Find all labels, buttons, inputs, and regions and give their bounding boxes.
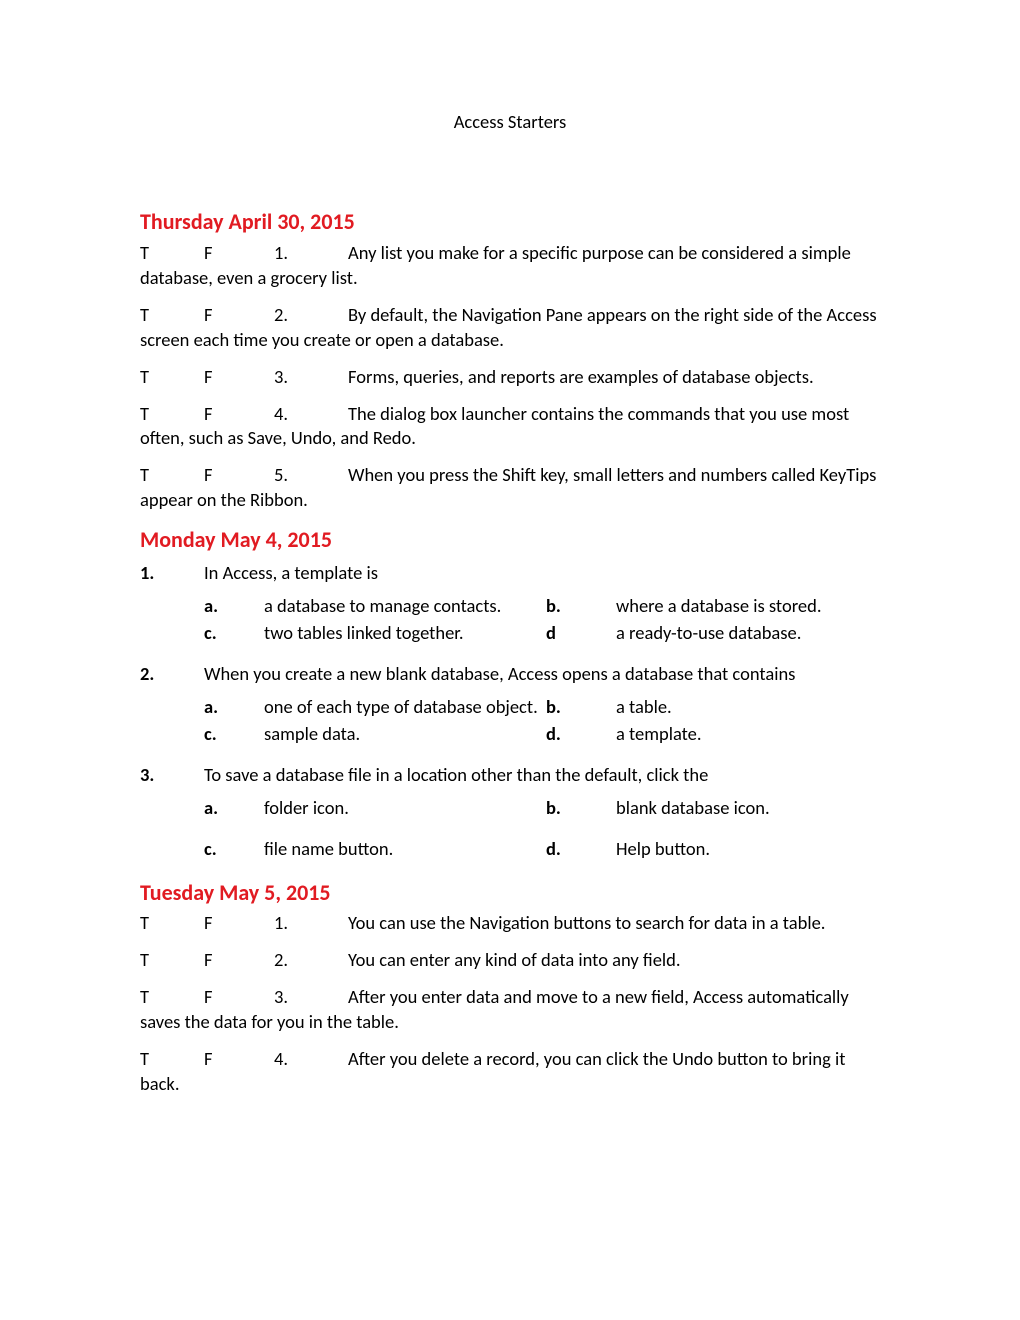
- tf-number: 4.: [274, 1047, 348, 1072]
- mc-option-row: c.two tables linked together.da ready-to…: [204, 621, 880, 646]
- mc-question-row: 1.In Access, a template is: [140, 561, 880, 586]
- tf-row: TF3.Forms, queries, and reports are exam…: [140, 365, 880, 390]
- mc-question-row: 3.To save a database file in a location …: [140, 763, 880, 788]
- mc-question-text: To save a database file in a location ot…: [204, 763, 708, 788]
- tf-number: 4.: [274, 402, 348, 427]
- mc-option-letter: b.: [546, 796, 616, 821]
- mc-option-letter: d.: [546, 722, 616, 747]
- tf-false: F: [204, 948, 274, 973]
- mc-option-row: a.a database to manage contacts.b.where …: [204, 594, 880, 619]
- mc-option-text: sample data.: [264, 722, 546, 747]
- tf-number: 2.: [274, 948, 348, 973]
- mc-option-letter: c.: [204, 722, 264, 747]
- mc-option-text: a ready-to-use database.: [616, 621, 801, 646]
- tf-row: TF1.You can use the Navigation buttons t…: [140, 911, 880, 936]
- mc-option-letter: b.: [546, 594, 616, 619]
- tf-false: F: [204, 1047, 274, 1072]
- tf-true: T: [140, 948, 204, 973]
- mc-option-letter: b.: [546, 695, 616, 720]
- mc-number: 3.: [140, 763, 204, 788]
- tf-question: TF4.The dialog box launcher contains the…: [140, 402, 880, 452]
- mc-question-text: When you create a new blank database, Ac…: [204, 662, 795, 687]
- tf-false: F: [204, 463, 274, 488]
- date-heading: Thursday April 30, 2015: [140, 207, 880, 237]
- mc-question: 1.In Access, a template is a.a database t…: [140, 561, 880, 646]
- mc-option-text: folder icon.: [264, 796, 546, 821]
- tf-text: You can enter any kind of data into any …: [348, 948, 681, 971]
- mc-number: 1.: [140, 561, 204, 586]
- mc-question-text: In Access, a template is: [204, 561, 378, 586]
- mc-option-letter: c.: [204, 837, 264, 862]
- tf-false: F: [204, 241, 274, 266]
- tf-row: TF1.Any list you make for a specific pur…: [140, 241, 880, 291]
- tf-row: TF4.After you delete a record, you can c…: [140, 1047, 880, 1097]
- mc-option-row: c.file name button.d.Help button.: [204, 837, 880, 862]
- tf-row: TF2.By default, the Navigation Pane appe…: [140, 303, 880, 353]
- tf-question: TF1.You can use the Navigation buttons t…: [140, 911, 880, 936]
- document-body: Thursday April 30, 2015 TF1.Any list you …: [140, 207, 880, 1097]
- tf-true: T: [140, 463, 204, 488]
- mc-question: 3.To save a database file in a location …: [140, 763, 880, 862]
- mc-option-letter: a.: [204, 796, 264, 821]
- mc-question-row: 2.When you create a new blank database, …: [140, 662, 880, 687]
- mc-option-text: a table.: [616, 695, 672, 720]
- mc-option-text: two tables linked together.: [264, 621, 546, 646]
- tf-question: TF2.By default, the Navigation Pane appe…: [140, 303, 880, 353]
- mc-option-text: where a database is stored.: [616, 594, 822, 619]
- mc-option-text: a database to manage contacts.: [264, 594, 546, 619]
- mc-option-letter: c.: [204, 621, 264, 646]
- tf-question: TF2.You can enter any kind of data into …: [140, 948, 880, 973]
- tf-true: T: [140, 241, 204, 266]
- tf-true: T: [140, 402, 204, 427]
- mc-option-text: one of each type of database object.: [264, 695, 546, 720]
- tf-number: 3.: [274, 365, 348, 390]
- mc-option-row: a.one of each type of database object.b.…: [204, 695, 880, 720]
- tf-false: F: [204, 365, 274, 390]
- tf-true: T: [140, 1047, 204, 1072]
- tf-true: T: [140, 985, 204, 1010]
- tf-number: 3.: [274, 985, 348, 1010]
- mc-number: 2.: [140, 662, 204, 687]
- tf-false: F: [204, 911, 274, 936]
- date-heading: Monday May 4, 2015: [140, 525, 880, 555]
- tf-question: TF3.After you enter data and move to a n…: [140, 985, 880, 1035]
- mc-option-text: blank database icon.: [616, 796, 770, 821]
- tf-number: 1.: [274, 241, 348, 266]
- tf-row: TF4.The dialog box launcher contains the…: [140, 402, 880, 452]
- tf-number: 2.: [274, 303, 348, 328]
- tf-row: TF3.After you enter data and move to a n…: [140, 985, 880, 1035]
- mc-option-letter: a.: [204, 594, 264, 619]
- tf-row: TF2.You can enter any kind of data into …: [140, 948, 880, 973]
- tf-text: You can use the Navigation buttons to se…: [348, 911, 825, 934]
- mc-option-text: file name button.: [264, 837, 546, 862]
- tf-true: T: [140, 303, 204, 328]
- mc-option-text: a template.: [616, 722, 702, 747]
- tf-true: T: [140, 911, 204, 936]
- tf-question: TF5.When you press the Shift key, small …: [140, 463, 880, 513]
- mc-question: 2.When you create a new blank database, …: [140, 662, 880, 747]
- mc-option-row: a.folder icon.b.blank database icon.: [204, 796, 880, 821]
- tf-question: TF4.After you delete a record, you can c…: [140, 1047, 880, 1097]
- tf-question: TF3.Forms, queries, and reports are exam…: [140, 365, 880, 390]
- tf-false: F: [204, 402, 274, 427]
- tf-true: T: [140, 365, 204, 390]
- tf-question: TF1.Any list you make for a specific pur…: [140, 241, 880, 291]
- mc-option-letter: d.: [546, 837, 616, 862]
- mc-option-letter: a.: [204, 695, 264, 720]
- date-heading: Tuesday May 5, 2015: [140, 878, 880, 908]
- tf-text: Forms, queries, and reports are examples…: [348, 365, 814, 388]
- tf-row: TF5.When you press the Shift key, small …: [140, 463, 880, 513]
- tf-number: 5.: [274, 463, 348, 488]
- mc-option-letter: d: [546, 621, 616, 646]
- tf-false: F: [204, 303, 274, 328]
- tf-number: 1.: [274, 911, 348, 936]
- tf-false: F: [204, 985, 274, 1010]
- document-title: Access Starters: [140, 110, 880, 135]
- mc-option-text: Help button.: [616, 837, 710, 862]
- mc-option-row: c.sample data.d.a template.: [204, 722, 880, 747]
